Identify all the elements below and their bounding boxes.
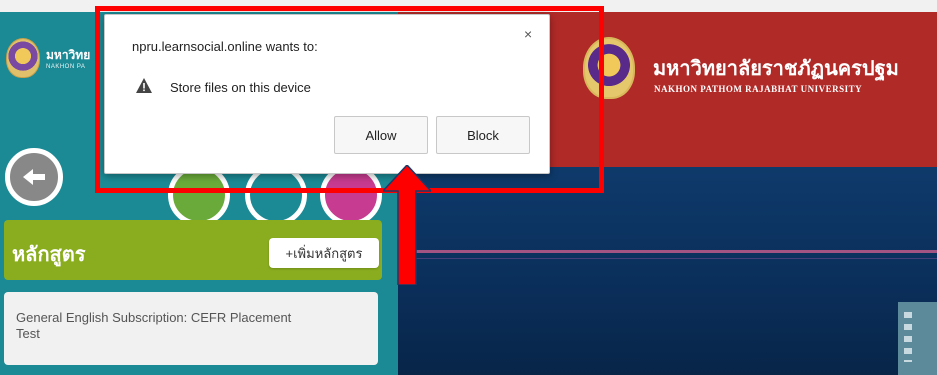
allow-button[interactable]: Allow	[334, 116, 428, 154]
banner-light-line	[398, 250, 937, 253]
arrow-left-icon	[23, 169, 45, 185]
add-course-button[interactable]: +เพิ่มหลักสูตร	[269, 238, 379, 268]
campus-banner	[398, 167, 937, 375]
university-name-thai: มหาวิทยาลัยราชภัฏนครปฐม	[653, 58, 899, 80]
close-icon[interactable]: ×	[524, 26, 532, 42]
permission-dialog: npru.learnsocial.online wants to: × Stor…	[104, 14, 550, 174]
building-image	[898, 302, 937, 375]
university-logo-small	[6, 38, 40, 78]
course-section-header: หลักสูตร +เพิ่มหลักสูตร	[4, 220, 382, 280]
back-button[interactable]	[5, 148, 63, 206]
university-logo	[583, 37, 635, 99]
block-button[interactable]: Block	[436, 116, 530, 154]
permission-text: Store files on this device	[170, 80, 311, 95]
course-section-title: หลักสูตร	[12, 244, 86, 266]
banner-light-line	[398, 258, 937, 259]
brand-title: มหาวิทย	[46, 48, 91, 62]
course-item-label: General English Subscription: CEFR Place…	[16, 310, 292, 341]
brand-subtitle: NAKHON PA	[46, 64, 86, 70]
list-item[interactable]: General English Subscription: CEFR Place…	[4, 292, 378, 365]
university-name-english: NAKHON PATHOM RAJABHAT UNIVERSITY	[654, 84, 863, 94]
arrow-up-icon	[383, 165, 431, 285]
warning-icon	[136, 78, 152, 93]
dialog-title: npru.learnsocial.online wants to:	[132, 39, 318, 54]
